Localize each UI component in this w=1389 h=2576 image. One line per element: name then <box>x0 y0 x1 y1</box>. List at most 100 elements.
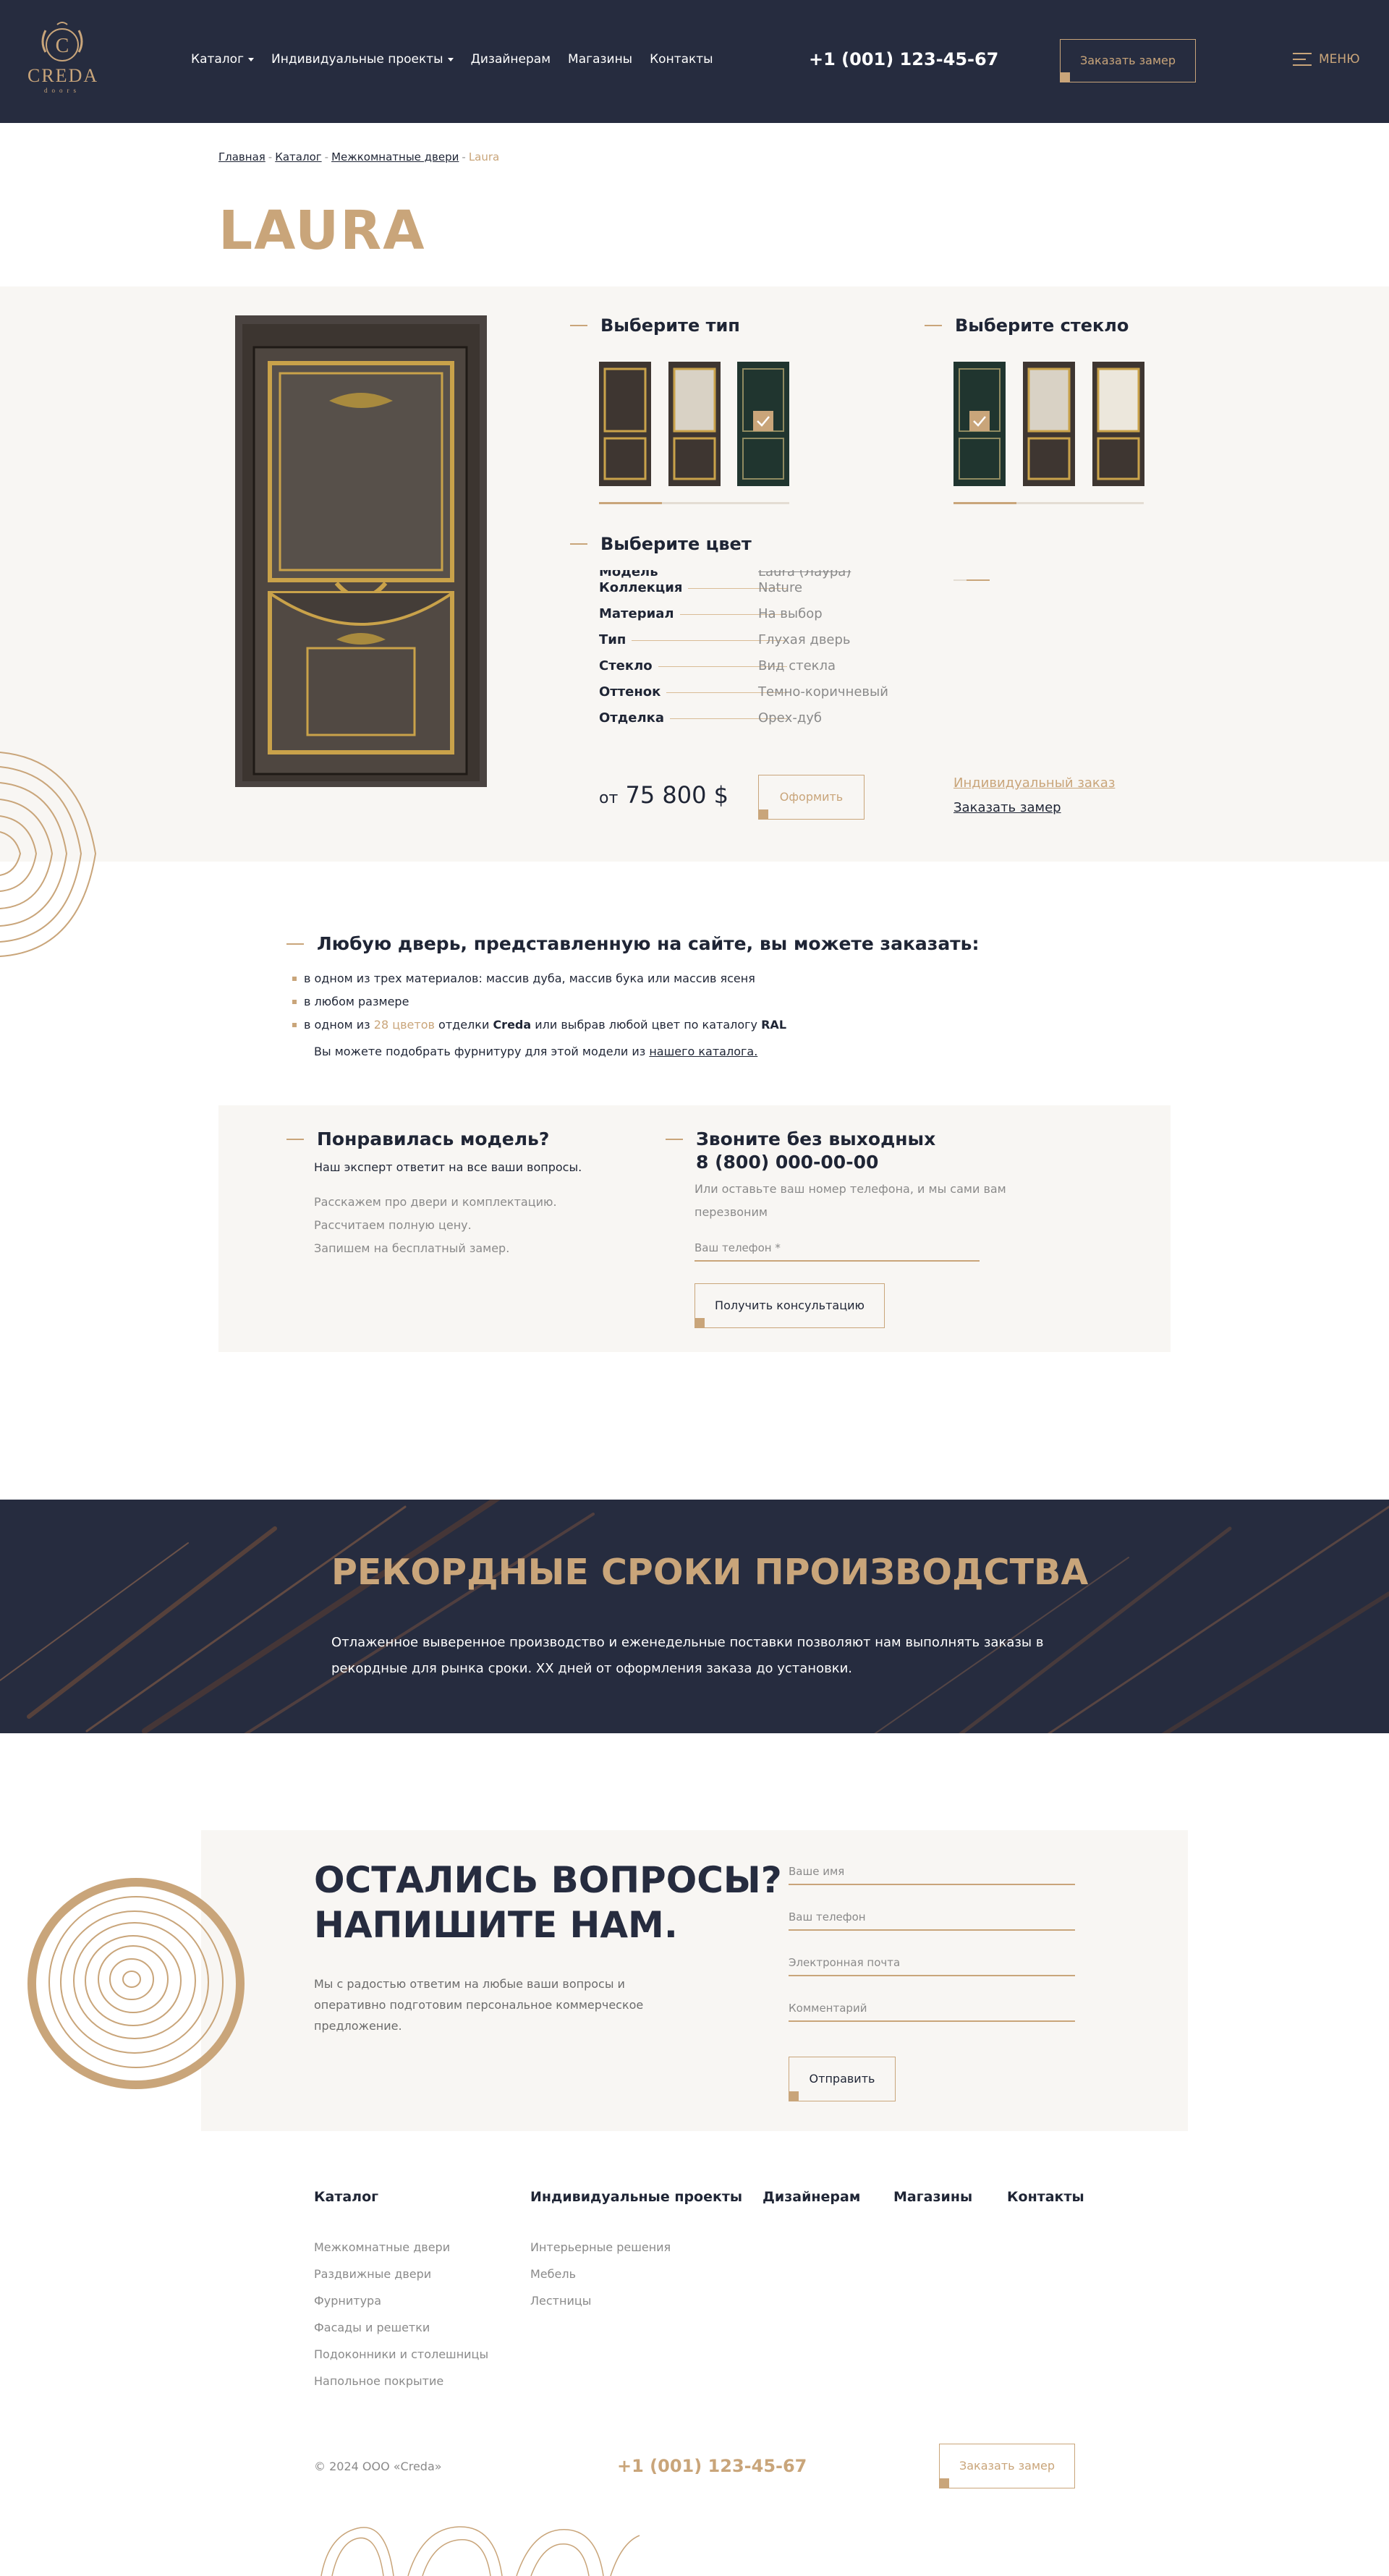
spec-row-type: Тип Глухая дверь <box>599 632 910 658</box>
footer-link[interactable]: Напольное покрытие <box>314 2374 443 2388</box>
spec-list: Модель Laura (Лаура) Коллекция Nature Мате… <box>599 570 910 736</box>
footer-order-measure-button[interactable]: Заказать замер <box>939 2444 1075 2488</box>
footer-link[interactable]: Мебель <box>530 2267 576 2281</box>
spec-key: Отделка <box>599 710 671 726</box>
nav-label: Индивидуальные проекты <box>271 52 443 67</box>
text: Вы можете подобрать фурнитуру для этой м… <box>314 1045 646 1058</box>
footer-link[interactable]: Интерьерные решения <box>530 2240 671 2254</box>
logo-wreath-icon: C <box>41 22 83 61</box>
banner-title: РЕКОРДНЫЕ СРОКИ ПРОИЗВОДСТВА <box>331 1552 1089 1593</box>
spec-row-model: Модель Laura (Лаура) <box>599 570 910 580</box>
type-thumb-solid[interactable] <box>599 362 651 486</box>
colors-link[interactable]: 28 цветов <box>374 1018 435 1032</box>
page-title: LAURA <box>218 200 426 262</box>
glass-thumb-green-selected[interactable] <box>953 362 1006 486</box>
text: отделки <box>438 1018 490 1032</box>
footer-shops-heading[interactable]: Магазины <box>893 2189 972 2205</box>
footer-link[interactable]: Межкомнатные двери <box>314 2240 450 2254</box>
spec-key: Тип <box>599 632 632 647</box>
type-thumb-green-selected[interactable] <box>737 362 789 486</box>
door-image <box>235 315 487 787</box>
email-input[interactable]: Электронная почта <box>789 1956 1075 1976</box>
footer-link[interactable]: Фасады и решетки <box>314 2321 430 2334</box>
footer-link[interactable]: Лестницы <box>530 2294 591 2308</box>
spec-row-glass: Стекло Вид стекла <box>599 658 910 684</box>
section-label: Выберите стекло <box>955 315 1129 336</box>
hardware-catalog-link[interactable]: нашего каталога. <box>649 1045 757 1058</box>
type-thumb-glass[interactable] <box>668 362 721 486</box>
nav-item-contacts[interactable]: Контакты <box>650 52 713 67</box>
submit-button[interactable]: Отправить <box>789 2057 896 2101</box>
order-measure-button[interactable]: Заказать замер <box>1060 39 1196 82</box>
button-label: Отправить <box>809 2072 875 2086</box>
nav-item-designers[interactable]: Дизайнерам <box>471 52 551 67</box>
price-prefix: от <box>599 789 619 807</box>
checkout-button[interactable]: Оформить <box>758 775 865 820</box>
name-input[interactable]: Ваше имя <box>789 1865 1075 1885</box>
breadcrumb-interior-doors[interactable]: Межкомнатные двери <box>331 150 459 163</box>
glass-thumb-frosted[interactable] <box>1023 362 1075 486</box>
order-bullet-material: в одном из трех материалов: массив дуба,… <box>292 972 755 985</box>
banner-text: Отлаженное выверенное производство и еже… <box>331 1635 1044 1676</box>
section-label: Выберите тип <box>600 315 740 336</box>
get-consultation-button[interactable]: Получить консультацию <box>694 1283 885 1328</box>
production-banner: РЕКОРДНЫЕ СРОКИ ПРОИЗВОДСТВА Отлаженное … <box>0 1500 1389 1733</box>
glass-slider-progress[interactable] <box>953 502 1144 504</box>
color-slider-progress[interactable] <box>953 579 990 581</box>
questions-title: ОСТАЛИСЬ ВОПРОСЫ? НАПИШИТЕ НАМ. <box>314 1858 791 1947</box>
button-corner <box>939 2478 949 2488</box>
spec-row-collection: Коллекция Nature <box>599 580 910 606</box>
chevron-down-icon <box>447 57 454 61</box>
footer-link[interactable]: Фурнитура <box>314 2294 381 2308</box>
spec-key: Материал <box>599 606 680 621</box>
footer-projects-heading[interactable]: Индивидуальные проекты <box>530 2189 742 2205</box>
footer-designers-heading[interactable]: Дизайнерам <box>763 2189 860 2205</box>
glass-thumb-light[interactable] <box>1092 362 1144 486</box>
footer-catalog-heading[interactable]: Каталог <box>314 2189 378 2205</box>
consult-phone-input[interactable]: Ваш телефон * <box>694 1241 980 1262</box>
breadcrumb-catalog[interactable]: Каталог <box>275 150 321 163</box>
wood-grain-decoration <box>320 2526 640 2576</box>
footer-contacts-heading[interactable]: Контакты <box>1007 2189 1084 2205</box>
price-value: 75 800 $ <box>625 781 729 809</box>
wood-texture-background <box>0 1500 1389 1733</box>
nav-item-catalog[interactable]: Каталог <box>191 52 255 67</box>
type-slider-progress[interactable] <box>599 502 789 504</box>
brand-name: Creda <box>493 1018 532 1032</box>
button-corner <box>789 2091 799 2101</box>
liked-model-title: Понравилась модель? <box>286 1128 549 1151</box>
individual-order-link[interactable]: Индивидуальный заказ <box>953 775 1115 791</box>
section-label: Понравилась модель? <box>317 1128 550 1149</box>
nav-item-shops[interactable]: Магазины <box>568 52 632 67</box>
logo[interactable]: C CREDA doors <box>27 20 97 101</box>
call-title-line-1: Звоните без выходных <box>696 1128 936 1149</box>
spec-value: На выбор <box>758 606 823 621</box>
consult-line-2: Рассчитаем полную цену. <box>314 1218 472 1232</box>
breadcrumb-home[interactable]: Главная <box>218 150 266 163</box>
breadcrumb: Главная - Каталог - Межкомнатные двери - Laura <box>218 150 500 163</box>
spec-row-material: Материал На выбор <box>599 606 910 632</box>
footer-phone[interactable]: +1 (001) 123-45-67 <box>617 2456 807 2476</box>
title-line-2: НАПИШИТЕ НАМ. <box>314 1904 678 1946</box>
text: в одном из <box>304 1018 370 1032</box>
spec-value: Глухая дверь <box>758 632 851 647</box>
spec-value: Laura (Лаура) <box>758 570 851 579</box>
main-nav: Каталог Индивидуальные проекты Дизайнера… <box>191 52 713 67</box>
choose-type-title: Выберите тип <box>570 315 740 336</box>
comment-textarea[interactable]: Комментарий <box>789 2002 1075 2022</box>
order-measure-link[interactable]: Заказать замер <box>953 800 1061 815</box>
ral-label: RAL <box>761 1018 787 1032</box>
phone-input[interactable]: Ваш телефон <box>789 1910 1075 1931</box>
hardware-note: Вы можете подобрать фурнитуру для этой м… <box>314 1045 757 1058</box>
header-phone[interactable]: +1 (001) 123-45-67 <box>809 49 998 69</box>
logo-text: CREDA <box>27 65 99 86</box>
svg-text:C: C <box>56 35 69 57</box>
menu-button[interactable]: МЕНЮ <box>1293 52 1360 67</box>
call-title-phone: 8 (800) 000-00-00 <box>696 1152 879 1173</box>
footer-link[interactable]: Раздвижные двери <box>314 2267 431 2281</box>
nav-item-projects[interactable]: Индивидуальные проекты <box>271 52 454 67</box>
footer-link[interactable]: Подоконники и столешницы <box>314 2347 488 2361</box>
title-line-1: ОСТАЛИСЬ ВОПРОСЫ? <box>314 1859 782 1901</box>
consult-line-3: Запишем на бесплатный замер. <box>314 1241 510 1255</box>
spec-row-shade: Оттенок Темно-коричневый <box>599 684 910 710</box>
